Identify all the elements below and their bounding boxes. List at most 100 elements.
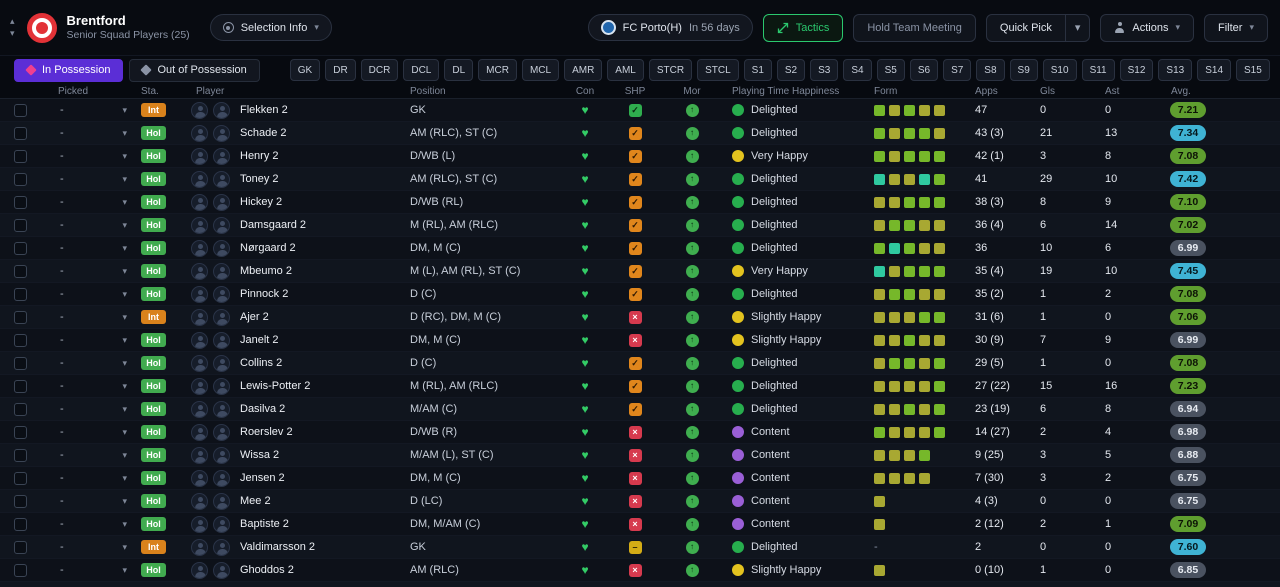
row-checkbox[interactable] bbox=[14, 126, 27, 140]
row-checkbox[interactable] bbox=[14, 287, 27, 301]
player-name[interactable]: Wissa 2 bbox=[236, 449, 404, 461]
position-filter-s14[interactable]: S14 bbox=[1197, 59, 1232, 81]
column-header-assists[interactable]: Ast bbox=[1092, 86, 1157, 97]
position-filter-gk[interactable]: GK bbox=[289, 59, 321, 81]
selection-info-dropdown[interactable]: Selection Info ▾ bbox=[209, 14, 332, 41]
tactics-button[interactable]: Tactics bbox=[762, 13, 844, 42]
row-checkbox[interactable] bbox=[14, 195, 27, 209]
position-filter-s12[interactable]: S12 bbox=[1119, 59, 1154, 81]
position-filter-s9[interactable]: S9 bbox=[1009, 59, 1038, 81]
row-checkbox[interactable] bbox=[14, 402, 27, 416]
picked-dropdown[interactable]: - ▾ bbox=[48, 357, 136, 369]
row-checkbox[interactable] bbox=[14, 264, 27, 278]
actions-button[interactable]: Actions ▾ bbox=[1100, 13, 1195, 42]
row-checkbox[interactable] bbox=[14, 149, 27, 163]
table-row[interactable]: - ▾ Hol Schade 2 AM (RLC), ST (C) ♥ ✓ ↑ Delighte… bbox=[0, 122, 1280, 145]
table-row[interactable]: - ▾ Hol Dasilva 2 M/AM (C) ♥ ✓ ↑ Delighted 23 (19… bbox=[0, 398, 1280, 421]
column-header-goals[interactable]: Gls bbox=[1027, 86, 1092, 97]
filter-button[interactable]: Filter ▾ bbox=[1204, 13, 1268, 42]
table-row[interactable]: - ▾ Int Flekken 2 GK ♥ ✓ ↑ Delighted 47 0 0 7.21 bbox=[0, 99, 1280, 122]
row-checkbox[interactable] bbox=[14, 379, 27, 393]
picked-dropdown[interactable]: - ▾ bbox=[48, 449, 136, 461]
table-row[interactable]: - ▾ Hol Jensen 2 DM, M (C) ♥ × ↑ Content 7 (30) 3 2… bbox=[0, 467, 1280, 490]
picked-dropdown[interactable]: - ▾ bbox=[48, 196, 136, 208]
position-filter-dr[interactable]: DR bbox=[325, 59, 356, 81]
table-row[interactable]: -▾ bbox=[0, 582, 1280, 587]
player-name[interactable]: Mbeumo 2 bbox=[236, 265, 404, 277]
column-header-position[interactable]: Position bbox=[404, 86, 560, 97]
player-name[interactable]: Janelt 2 bbox=[236, 334, 404, 346]
table-row[interactable]: - ▾ Hol Collins 2D (C) ♥ ✓ ↑ Delighted 29 (5) 1 0 7… bbox=[0, 352, 1280, 375]
picked-dropdown[interactable]: - ▾ bbox=[48, 150, 136, 162]
table-row[interactable]: - ▾ Hol Mbeumo 2M (L), AM (RL), ST (C) ♥ ✓ ↑ Ve… bbox=[0, 260, 1280, 283]
row-checkbox[interactable] bbox=[14, 563, 27, 577]
column-header-status[interactable]: Sta. bbox=[136, 86, 180, 97]
column-header-condition[interactable]: Con bbox=[560, 86, 610, 97]
position-filter-s13[interactable]: S13 bbox=[1158, 59, 1193, 81]
player-name[interactable]: Roerslev 2 bbox=[236, 426, 404, 438]
picked-dropdown[interactable]: - ▾ bbox=[48, 242, 136, 254]
position-filter-s1[interactable]: S1 bbox=[743, 59, 772, 81]
position-filter-mcr[interactable]: MCR bbox=[478, 59, 517, 81]
player-name[interactable]: Schade 2 bbox=[236, 127, 404, 139]
position-filter-s8[interactable]: S8 bbox=[976, 59, 1005, 81]
position-filter-dcr[interactable]: DCR bbox=[360, 59, 399, 81]
picked-dropdown[interactable]: - ▾ bbox=[48, 403, 136, 415]
table-row[interactable]: - ▾ Hol Janelt 2 DM, M (C) ♥ × ↑ Slightly Happy 3… bbox=[0, 329, 1280, 352]
column-header-form[interactable]: Form bbox=[865, 86, 962, 97]
player-name[interactable]: Toney 2 bbox=[236, 173, 404, 185]
player-name[interactable]: Valdimarsson 2 bbox=[236, 541, 404, 553]
position-filter-s11[interactable]: S11 bbox=[1081, 59, 1115, 81]
table-row[interactable]: - ▾ Hol Damsgaard 2M (RL), AM (RLC) ♥ ✓ ↑ Delig… bbox=[0, 214, 1280, 237]
quick-pick-button[interactable]: Quick Pick bbox=[985, 13, 1066, 42]
position-filter-s6[interactable]: S6 bbox=[909, 59, 939, 81]
table-row[interactable]: - ▾ Hol Pinnock 2D (C) ♥ ✓ ↑ Delighted 35 (2) 1 2 7… bbox=[0, 283, 1280, 306]
position-filter-s5[interactable]: S5 bbox=[876, 59, 905, 81]
table-row[interactable]: - ▾ Hol Toney 2 AM (RLC), ST (C) ♥ ✓ ↑ Delighted… bbox=[0, 168, 1280, 191]
picked-dropdown[interactable]: - ▾ bbox=[48, 104, 136, 116]
row-checkbox[interactable] bbox=[14, 471, 27, 485]
position-filter-stcr[interactable]: STCR bbox=[648, 59, 693, 81]
column-header-shp[interactable]: SHP bbox=[610, 86, 660, 97]
table-row[interactable]: - ▾ Hol Roerslev 2 D/WB (R) ♥ × ↑ Content 14 (27)… bbox=[0, 421, 1280, 444]
table-row[interactable]: - ▾ Hol Baptiste 2 DM, M/AM (C) ♥ × ↑ Content 2 (… bbox=[0, 513, 1280, 536]
picked-dropdown[interactable]: - ▾ bbox=[48, 472, 136, 484]
row-checkbox[interactable] bbox=[14, 448, 27, 462]
hold-team-meeting-button[interactable]: Hold Team Meeting bbox=[853, 13, 976, 42]
picked-dropdown[interactable]: - ▾ bbox=[48, 311, 136, 323]
picked-dropdown[interactable]: - ▾ bbox=[48, 288, 136, 300]
row-checkbox[interactable] bbox=[14, 333, 27, 347]
table-row[interactable]: - ▾ Hol Wissa 2 M/AM (L), ST (C) ♥ × ↑ Content 9 … bbox=[0, 444, 1280, 467]
row-checkbox[interactable] bbox=[14, 218, 27, 232]
row-checkbox[interactable] bbox=[14, 494, 27, 508]
row-checkbox[interactable] bbox=[14, 310, 27, 324]
table-row[interactable]: - ▾ Hol Mee 2D (LC) ♥ × ↑ Content 4 (3) 0 0 6.75 bbox=[0, 490, 1280, 513]
picked-dropdown[interactable]: - ▾ bbox=[48, 380, 136, 392]
picked-dropdown[interactable]: - ▾ bbox=[48, 564, 136, 576]
player-name[interactable]: Ajer 2 bbox=[236, 311, 404, 323]
tab-in-possession[interactable]: In Possession bbox=[14, 58, 124, 82]
table-row[interactable]: - ▾ Hol Nørgaard 2 DM, M (C) ♥ ✓ ↑ Delighted 36 10… bbox=[0, 237, 1280, 260]
picked-dropdown[interactable]: - ▾ bbox=[48, 334, 136, 346]
picked-dropdown[interactable]: - ▾ bbox=[48, 426, 136, 438]
next-match-pill[interactable]: FC Porto(H) In 56 days bbox=[587, 14, 753, 41]
position-filter-s2[interactable]: S2 bbox=[776, 59, 806, 81]
table-row[interactable]: - ▾ Int Valdimarsson 2 GK ♥ – ↑ Delighted -2 0 0 7.6… bbox=[0, 536, 1280, 559]
player-name[interactable]: Lewis-Potter 2 bbox=[236, 380, 404, 392]
player-name[interactable]: Flekken 2 bbox=[236, 104, 404, 116]
row-checkbox[interactable] bbox=[14, 356, 27, 370]
player-name[interactable]: Baptiste 2 bbox=[236, 518, 404, 530]
picked-dropdown[interactable]: - ▾ bbox=[48, 173, 136, 185]
row-checkbox[interactable] bbox=[14, 540, 27, 554]
position-filter-stcl[interactable]: STCL bbox=[697, 59, 739, 81]
row-checkbox[interactable] bbox=[14, 241, 27, 255]
row-checkbox[interactable] bbox=[14, 425, 27, 439]
table-row[interactable]: - ▾ Hol Lewis-Potter 2M (RL), AM (RLC) ♥ ✓ ↑ De… bbox=[0, 375, 1280, 398]
player-name[interactable]: Henry 2 bbox=[236, 150, 404, 162]
position-filter-s3[interactable]: S3 bbox=[810, 59, 839, 81]
player-name[interactable]: Nørgaard 2 bbox=[236, 242, 404, 254]
player-name[interactable]: Pinnock 2 bbox=[236, 288, 404, 300]
player-name[interactable]: Damsgaard 2 bbox=[236, 219, 404, 231]
picked-dropdown[interactable]: - ▾ bbox=[48, 518, 136, 530]
column-header-playing-time-happiness[interactable]: Playing Time Happiness bbox=[724, 86, 865, 97]
